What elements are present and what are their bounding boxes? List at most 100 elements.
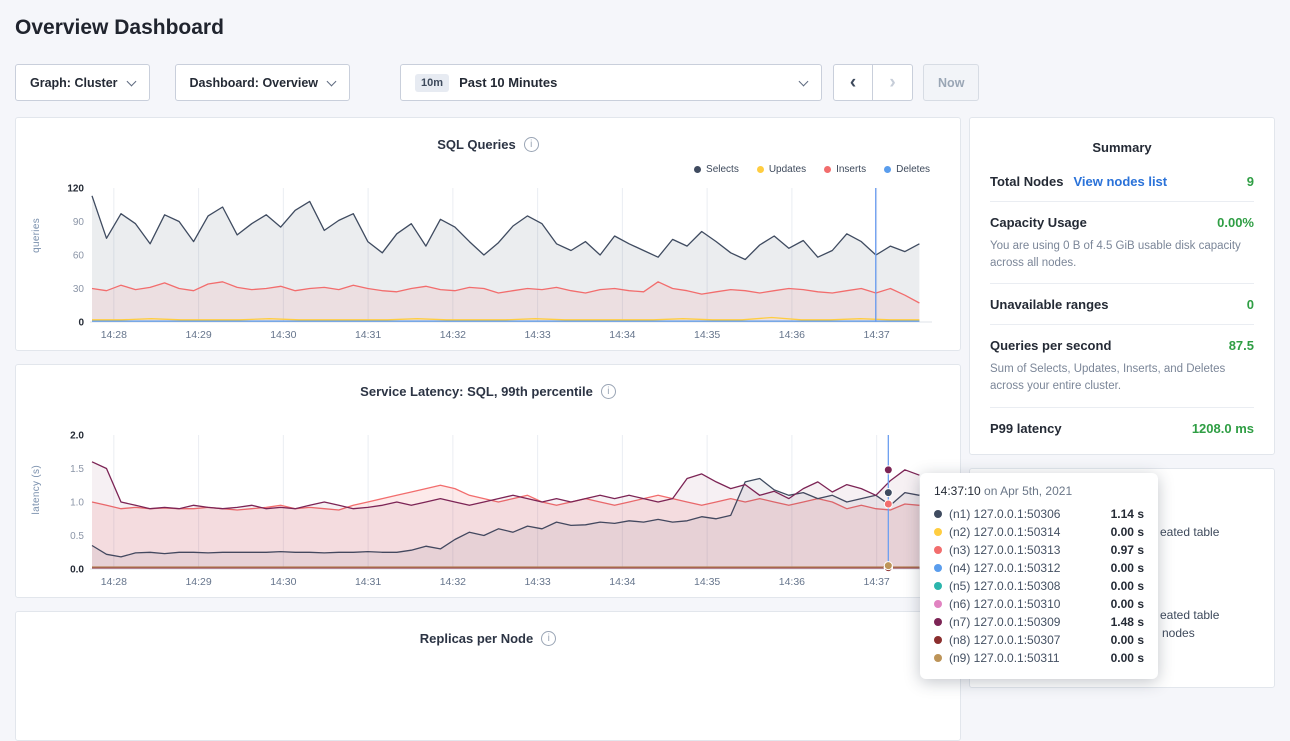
- summary-label: Capacity Usage: [990, 215, 1087, 230]
- tooltip-row: (n5) 127.0.0.1:503080.00 s: [934, 577, 1144, 595]
- chevron-down-icon: [799, 76, 809, 86]
- tooltip-node-label: (n5) 127.0.0.1:50308: [949, 579, 1060, 593]
- summary-label: Queries per second: [990, 338, 1111, 353]
- svg-text:14:34: 14:34: [609, 329, 635, 341]
- svg-text:14:28: 14:28: [101, 329, 127, 341]
- summary-row: P99 latency1208.0 ms: [990, 408, 1254, 448]
- svg-text:14:28: 14:28: [101, 576, 127, 588]
- summary-row-line: Queries per second 87.5: [990, 338, 1254, 353]
- legend-label: Selects: [706, 164, 739, 175]
- y-axis-label: latency (s): [31, 465, 42, 514]
- legend-label: Deletes: [896, 164, 930, 175]
- legend-item-updates[interactable]: Updates: [757, 164, 806, 175]
- chevron-right-icon: ›: [889, 72, 895, 94]
- svg-text:14:35: 14:35: [694, 576, 720, 588]
- service-latency-plot[interactable]: 14:2814:2914:3014:3114:3214:3314:3414:35…: [46, 431, 946, 595]
- summary-panel-title: Summary: [990, 140, 1254, 155]
- chart-title-row: Service Latency: SQL, 99th percentile: [30, 381, 946, 401]
- summary-value: 1208.0 ms: [1192, 421, 1254, 436]
- legend-item-selects[interactable]: Selects: [694, 164, 739, 175]
- time-next-button[interactable]: ›: [873, 64, 913, 101]
- tooltip-row: (n7) 127.0.0.1:503091.48 s: [934, 613, 1144, 631]
- toolbar: Graph: Cluster Dashboard: Overview 10m P…: [15, 64, 1275, 101]
- summary-row: Unavailable ranges0: [990, 284, 1254, 325]
- series-dot-icon: [934, 636, 942, 644]
- sql-queries-plot[interactable]: 14:2814:2914:3014:3114:3214:3314:3414:35…: [46, 184, 946, 348]
- graph-dropdown[interactable]: Graph: Cluster: [15, 64, 150, 101]
- svg-text:14:36: 14:36: [779, 576, 805, 588]
- service-latency-chart-card: Service Latency: SQL, 99th percentile la…: [15, 364, 961, 598]
- tooltip-row: (n3) 127.0.0.1:503130.97 s: [934, 541, 1144, 559]
- info-icon[interactable]: [541, 631, 556, 646]
- summary-rows: Total NodesView nodes list9Capacity Usag…: [990, 161, 1254, 448]
- chart-body: queries 14:2814:2914:3014:3114:3214:3314…: [30, 184, 946, 348]
- summary-row-line: Total NodesView nodes list9: [990, 174, 1254, 189]
- summary-value: 87.5: [1229, 338, 1254, 353]
- series-dot-icon: [934, 546, 942, 554]
- tooltip-node-label: (n6) 127.0.0.1:50310: [949, 597, 1060, 611]
- summary-label: Total Nodes: [990, 174, 1063, 189]
- summary-row: Queries per second 87.5 Sum of Selects, Up…: [990, 325, 1254, 407]
- tooltip-time: 14:37:10: [934, 484, 981, 498]
- legend-label: Updates: [769, 164, 806, 175]
- svg-text:14:30: 14:30: [270, 329, 296, 341]
- legend-item-inserts[interactable]: Inserts: [824, 164, 866, 175]
- svg-text:14:31: 14:31: [355, 329, 381, 341]
- svg-text:14:35: 14:35: [694, 329, 720, 341]
- chart-body: latency (s) 14:2814:2914:3014:3114:3214:…: [30, 431, 946, 595]
- summary-row-line: Capacity Usage0.00%: [990, 215, 1254, 230]
- tooltip-node-value: 0.00 s: [1111, 561, 1144, 575]
- chart-hover-tooltip: 14:37:10 on Apr 5th, 2021 (n1) 127.0.0.1…: [920, 473, 1158, 679]
- svg-text:14:31: 14:31: [355, 576, 381, 588]
- tooltip-node-value: 0.00 s: [1111, 651, 1144, 665]
- chart-canvas[interactable]: 14:2814:2914:3014:3114:3214:3314:3414:35…: [46, 184, 944, 348]
- svg-text:1.0: 1.0: [70, 498, 84, 509]
- dashboard-dropdown[interactable]: Dashboard: Overview: [175, 64, 351, 101]
- legend-dot-icon: [757, 166, 764, 173]
- legend-item-deletes[interactable]: Deletes: [884, 164, 930, 175]
- svg-text:120: 120: [67, 184, 84, 195]
- legend-dot-icon: [884, 166, 891, 173]
- chart-title: SQL Queries: [437, 137, 516, 152]
- dashboard-dropdown-label: Dashboard: Overview: [190, 76, 319, 90]
- info-icon[interactable]: [524, 137, 539, 152]
- svg-text:0.0: 0.0: [70, 565, 84, 576]
- event-text-fragment: eated table: [1160, 525, 1219, 539]
- chart-title: Replicas per Node: [420, 631, 533, 646]
- svg-text:60: 60: [73, 251, 85, 262]
- svg-text:0: 0: [78, 318, 84, 329]
- chart-title-row: Replicas per Node: [30, 628, 946, 648]
- event-text-fragment: eated table: [1160, 608, 1219, 622]
- chevron-left-icon: ‹: [850, 72, 856, 94]
- view-nodes-link[interactable]: View nodes list: [1073, 174, 1167, 189]
- series-dot-icon: [934, 564, 942, 572]
- series-dot-icon: [934, 582, 942, 590]
- now-button[interactable]: Now: [923, 64, 979, 101]
- y-axis-label: queries: [31, 218, 42, 253]
- chart-canvas[interactable]: 14:2814:2914:3014:3114:3214:3314:3414:35…: [46, 431, 944, 595]
- series-dot-icon: [934, 600, 942, 608]
- tooltip-node-label: (n1) 127.0.0.1:50306: [949, 507, 1060, 521]
- svg-text:0.5: 0.5: [70, 531, 84, 542]
- svg-text:14:29: 14:29: [185, 576, 211, 588]
- svg-text:14:33: 14:33: [524, 329, 550, 341]
- time-range-label: Past 10 Minutes: [459, 75, 557, 90]
- info-icon[interactable]: [601, 384, 616, 399]
- series-dot-icon: [934, 654, 942, 662]
- tooltip-node-label: (n8) 127.0.0.1:50307: [949, 633, 1060, 647]
- svg-text:90: 90: [73, 217, 85, 228]
- svg-text:1.5: 1.5: [70, 464, 84, 475]
- time-range-picker[interactable]: 10m Past 10 Minutes: [400, 64, 822, 101]
- tooltip-row: (n9) 127.0.0.1:503110.00 s: [934, 649, 1144, 667]
- summary-description: You are using 0 B of 4.5 GiB usable disk…: [990, 238, 1254, 271]
- summary-value: 0: [1247, 297, 1254, 312]
- summary-description: Sum of Selects, Updates, Inserts, and De…: [990, 361, 1254, 394]
- tooltip-node-value: 0.97 s: [1111, 543, 1144, 557]
- legend-label: Inserts: [836, 164, 866, 175]
- svg-text:14:34: 14:34: [609, 576, 635, 588]
- series-dot-icon: [934, 510, 942, 518]
- replicas-per-node-chart-card: Replicas per Node: [15, 611, 961, 741]
- tooltip-node-label: (n7) 127.0.0.1:50309: [949, 615, 1060, 629]
- time-prev-button[interactable]: ‹: [833, 64, 873, 101]
- svg-text:14:30: 14:30: [270, 576, 296, 588]
